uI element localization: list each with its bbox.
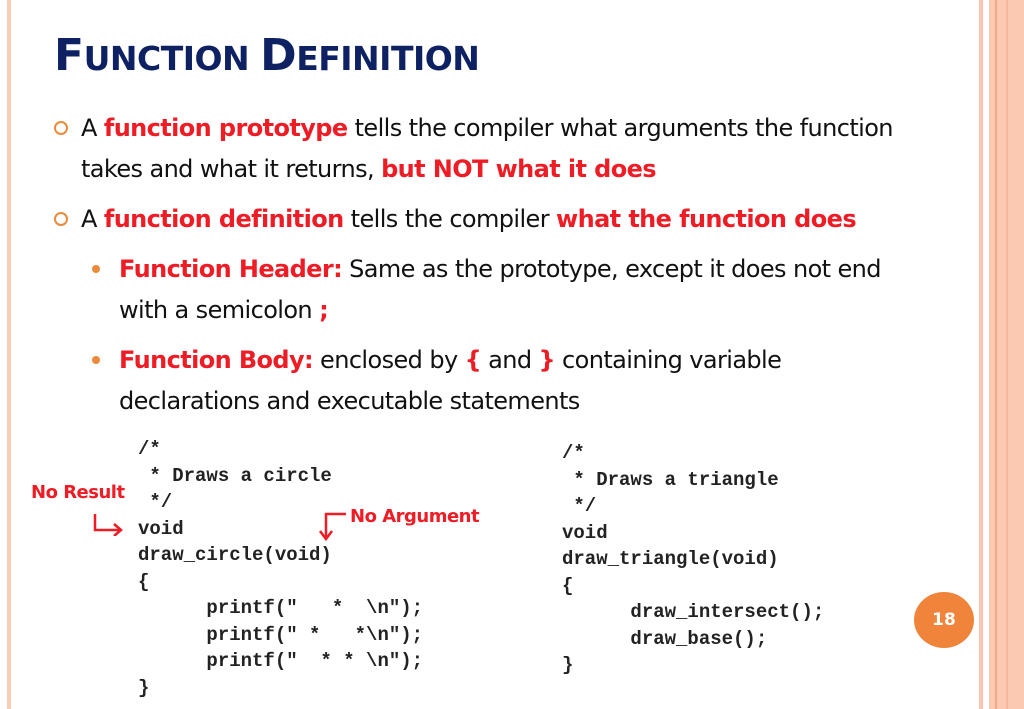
body-text: Same as the prototype, except it does no… (342, 255, 881, 283)
bullet-line: A function prototype tells the compiler … (81, 108, 974, 149)
emphasis-text: Function Body: (119, 346, 314, 374)
emphasis-text: Function Header: (119, 255, 343, 283)
title-rest: EFINITION (296, 39, 480, 78)
annotation-no-result: No Result (31, 482, 125, 503)
body-text: and (481, 346, 539, 374)
dot-bullet-icon (92, 265, 100, 273)
slide-title: FUNCTION DEFINITION (54, 30, 480, 81)
body-text: tells the compiler (343, 205, 557, 233)
title-cap: D (260, 30, 297, 81)
body-text: A (81, 205, 104, 233)
bullet-line: with a semicolon ; (119, 290, 952, 331)
bullet-prototype: A function prototype tells the compiler … (54, 108, 974, 190)
emphasis-text: function definition (103, 205, 344, 233)
emphasis-text: but NOT what it does (381, 155, 656, 183)
emphasis-text: what the function does (556, 205, 857, 233)
annotation-no-argument: No Argument (350, 506, 480, 527)
bullet-definition: A function definition tells the compiler… (54, 199, 974, 240)
dot-bullet-icon (92, 356, 100, 364)
code-draw-circle: /* * Draws a circle */ void draw_circle(… (138, 438, 424, 699)
stripe (979, 0, 983, 709)
sub-bullet-body: Function Body: enclosed by { and } conta… (92, 340, 952, 422)
arrow-right-icon (93, 514, 123, 536)
left-decorative-stripe (7, 0, 11, 709)
body-text: declarations and executable statements (119, 387, 580, 415)
stripe (1006, 0, 1008, 709)
ring-bullet-icon (54, 121, 68, 135)
emphasis-text: ; (319, 296, 329, 324)
title-cap: F (54, 30, 84, 81)
emphasis-text: function prototype (103, 114, 348, 142)
emphasis-text: { (464, 346, 482, 374)
bullet-line: takes and what it returns, but NOT what … (81, 149, 974, 190)
body-text: enclosed by (313, 346, 465, 374)
bullet-line: Function Body: enclosed by { and } conta… (119, 340, 952, 381)
emphasis-text: } (538, 346, 556, 374)
bullet-line: declarations and executable statements (119, 381, 952, 422)
body-text: A (81, 114, 104, 142)
body-text: containing variable (555, 346, 782, 374)
page-number-badge: 18 (914, 592, 974, 648)
ring-bullet-icon (54, 212, 68, 226)
stripe (995, 0, 997, 709)
bullet-line: Function Header: Same as the prototype, … (119, 249, 952, 290)
body-text: with a semicolon (119, 296, 320, 324)
body-text: tells the compiler what arguments the fu… (347, 114, 894, 142)
bullet-line: A function definition tells the compiler… (81, 199, 974, 240)
arrow-down-icon (319, 512, 346, 542)
title-rest: UNCTION (83, 39, 261, 78)
sub-bullet-header: Function Header: Same as the prototype, … (92, 249, 952, 331)
code-draw-triangle: /* * Draws a triangle */ void draw_trian… (562, 442, 825, 676)
body-text: takes and what it returns, (81, 155, 382, 183)
right-decorative-stripes (979, 0, 1024, 709)
